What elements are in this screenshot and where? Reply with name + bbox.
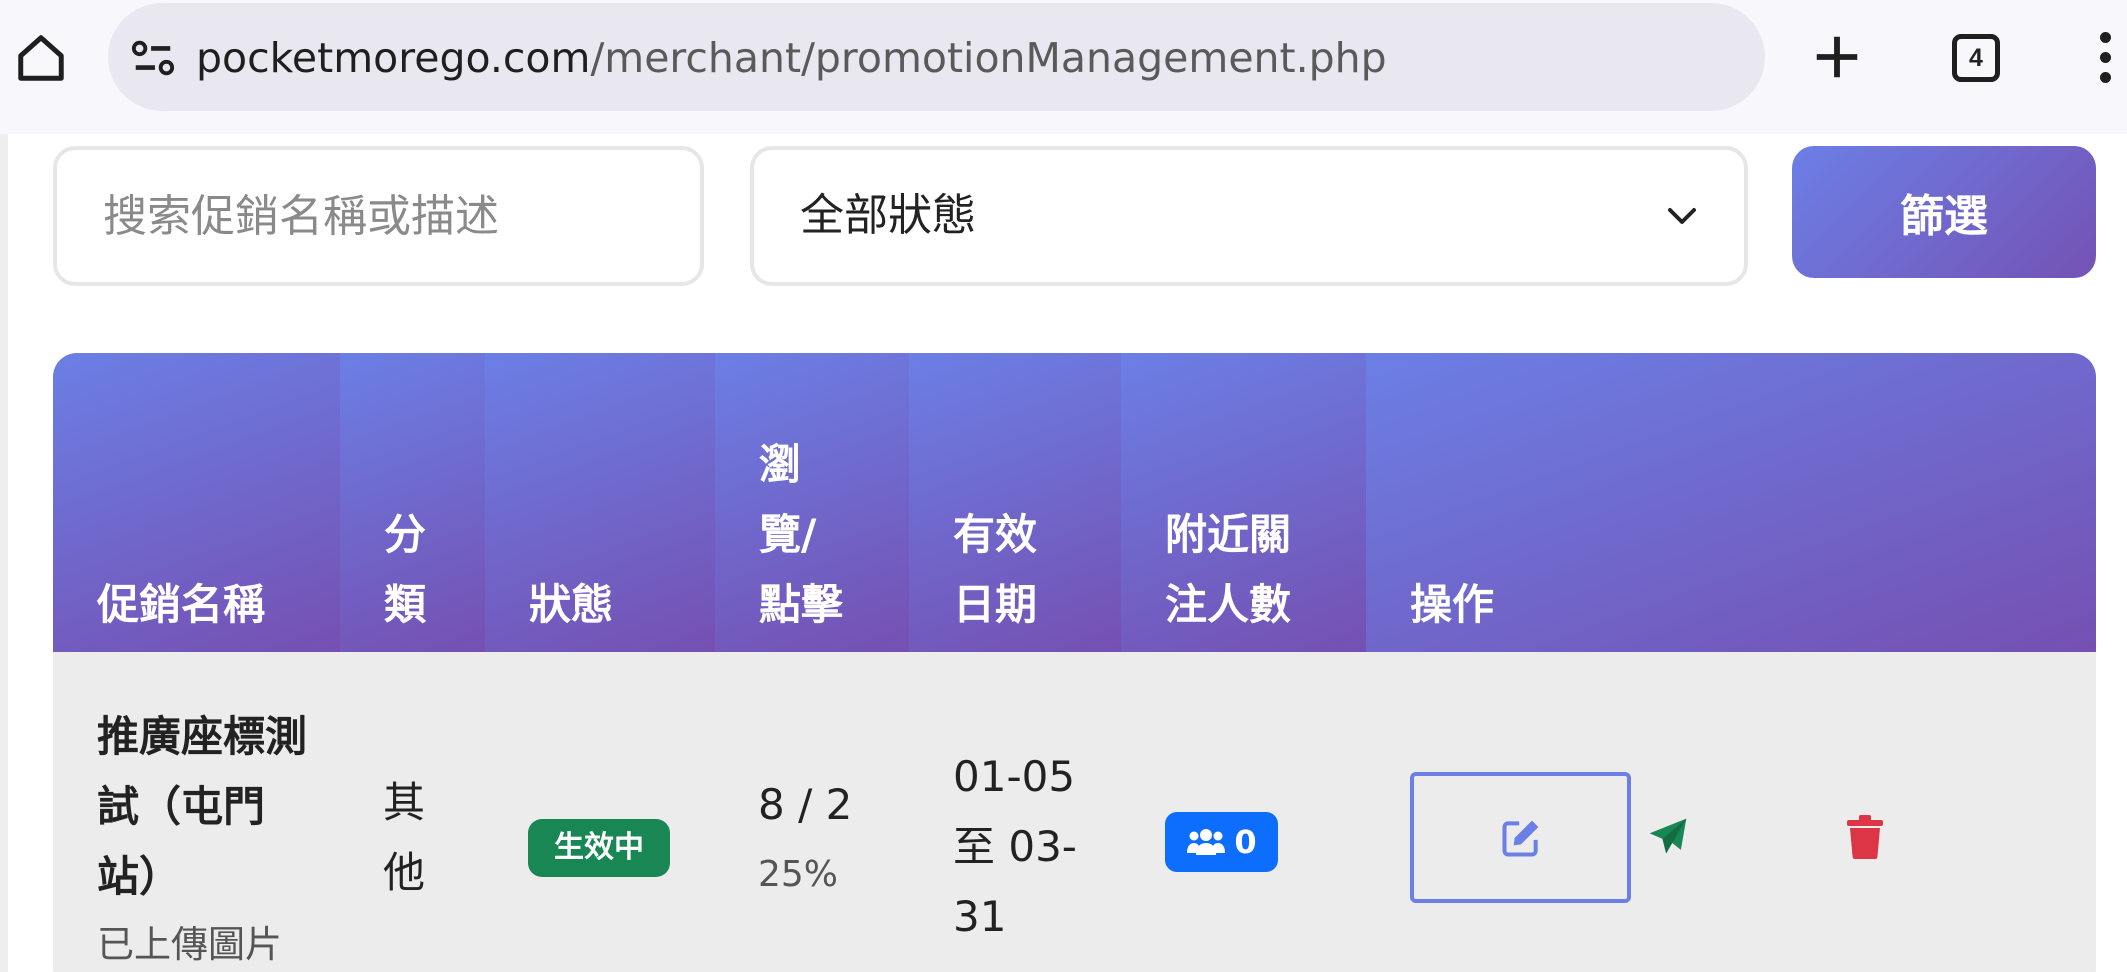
edit-icon (1501, 820, 1538, 857)
address-bar[interactable]: pocketmorego.com/merchant/promotionManag… (108, 3, 1765, 111)
url-path: /merchant/promotionManagement.php (590, 34, 1387, 82)
url-domain: pocketmorego.com (196, 34, 591, 82)
table-row: 推廣座標測試（屯門站） 已上傳圖片 其他 生效中 8 / 2 25% 01-05… (53, 652, 2096, 972)
paper-plane-icon (1649, 818, 1687, 854)
page-content: 全部狀態 篩選 促銷名稱 分 類 狀態 瀏 覽/ 點擊 有效 日期 附近關 注人… (0, 134, 2127, 972)
promotion-category: 其他 (383, 778, 426, 897)
users-icon (1187, 829, 1226, 855)
column-header-actions: 操作 (1366, 353, 2096, 652)
views-clicks: 8 / 2 (758, 780, 853, 829)
new-tab-icon[interactable] (1810, 30, 1864, 84)
home-icon (18, 35, 64, 81)
column-header-views-clicks: 瀏 覽/ 點擊 (715, 353, 909, 652)
page-left-edge (0, 134, 8, 972)
status-badge: 生效中 (528, 819, 670, 877)
promotion-image-status: 已上傳圖片 (97, 923, 282, 966)
status-select[interactable]: 全部狀態 (750, 146, 1748, 286)
url-text[interactable]: pocketmorego.com/merchant/promotionManag… (196, 33, 1387, 83)
filter-button[interactable]: 篩選 (1792, 146, 2096, 278)
column-header-valid-dates: 有效 日期 (909, 353, 1121, 652)
send-button[interactable] (1603, 802, 1733, 872)
more-menu-icon[interactable] (2094, 32, 2116, 84)
edit-button[interactable] (1410, 772, 1631, 903)
followers-count: 0 (1234, 823, 1257, 861)
site-info-icon[interactable] (130, 35, 176, 81)
promotion-name: 推廣座標測試（屯門站） (97, 712, 308, 901)
promotions-table: 促銷名稱 分 類 狀態 瀏 覽/ 點擊 有效 日期 附近關 注人數 操作 推廣座… (53, 353, 2096, 972)
column-header-category: 分 類 (340, 353, 485, 652)
table-header: 促銷名稱 分 類 狀態 瀏 覽/ 點擊 有效 日期 附近關 注人數 操作 (53, 353, 2096, 652)
chevron-down-icon (1668, 208, 1696, 224)
click-through-rate: 25% (758, 854, 839, 895)
column-header-nearby-followers: 附近關 注人數 (1121, 353, 1366, 652)
status-select-value: 全部狀態 (800, 190, 976, 241)
trash-icon (1847, 815, 1883, 859)
delete-button[interactable] (1800, 802, 1930, 872)
tab-count: 4 (1969, 44, 1983, 72)
browser-toolbar: pocketmorego.com/merchant/promotionManag… (0, 0, 2127, 134)
search-input[interactable] (53, 146, 704, 286)
home-button[interactable] (10, 26, 72, 90)
followers-badge[interactable]: 0 (1165, 812, 1278, 872)
column-header-name: 促銷名稱 (53, 353, 340, 652)
tab-switcher-button[interactable]: 4 (1952, 34, 2000, 82)
column-header-status: 狀態 (485, 353, 715, 652)
valid-dates: 01-05 至 03-31 (953, 752, 1077, 941)
